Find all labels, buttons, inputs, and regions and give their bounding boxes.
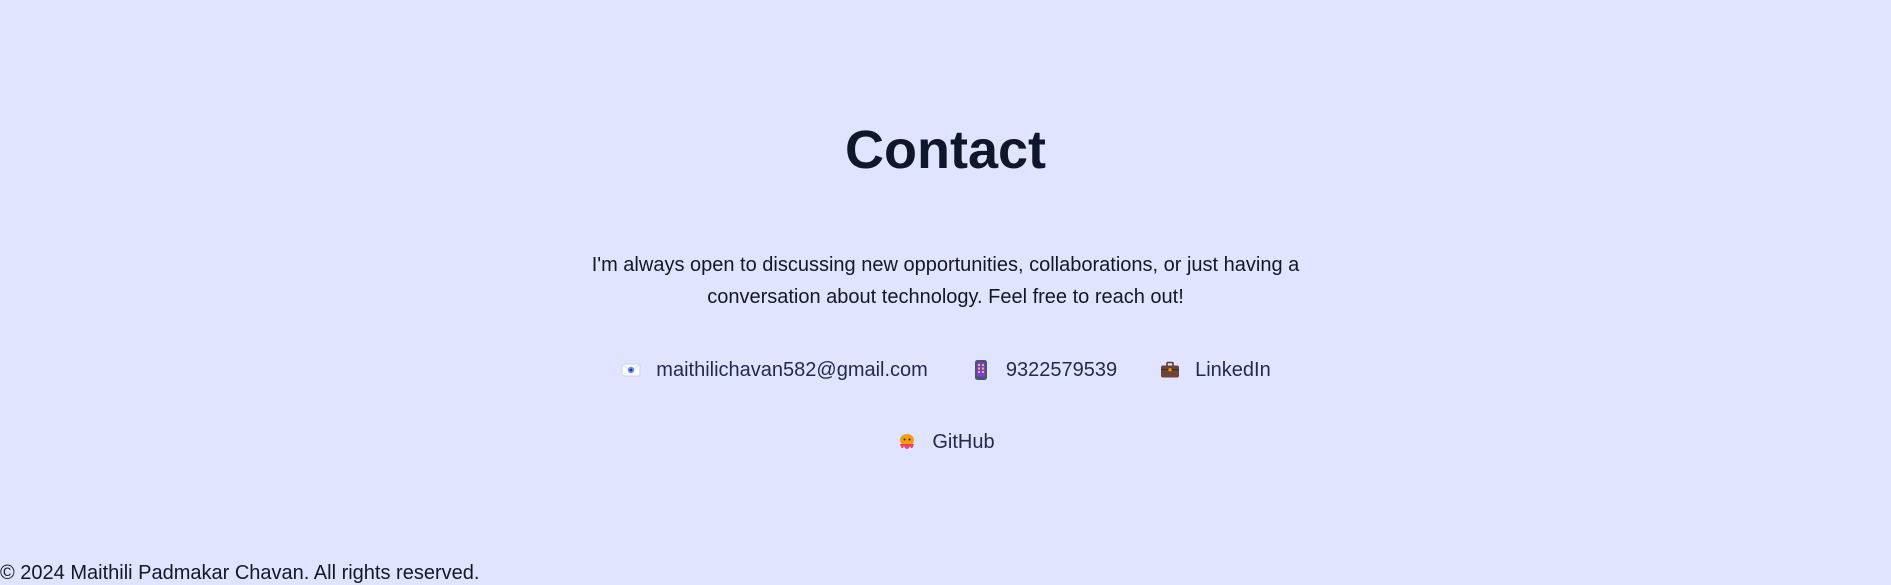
phone-link[interactable]: 9322579539 [970,354,1117,386]
octopus-icon [896,431,918,453]
contact-intro-line-1: I'm always open to discussing new opport… [591,254,1300,276]
contact-links-row-2: GitHub [0,426,1891,458]
email-link-label: maithilichavan582@gmail.com [656,359,928,381]
copyright-footer: © 2024 Maithili Padmakar Chavan. All rig… [0,562,480,584]
github-link-label: GitHub [932,431,995,453]
contact-intro-line-2: conversation about technology. Feel free… [707,286,1184,308]
briefcase-icon [1159,359,1181,381]
phone-link-label: 9322579539 [1005,359,1118,381]
contact-intro: I'm always open to discussing new opport… [580,249,1311,313]
email-icon [620,359,642,381]
contact-links-row: maithilichavan582@gmail.com 9322579539 L… [0,354,1891,386]
linkedin-link-label: LinkedIn [1195,359,1271,381]
page-title: Contact [845,120,1046,180]
github-link[interactable]: GitHub [896,426,995,458]
phone-icon [970,359,992,381]
email-link[interactable]: maithilichavan582@gmail.com [620,354,928,386]
linkedin-link[interactable]: LinkedIn [1159,354,1271,386]
